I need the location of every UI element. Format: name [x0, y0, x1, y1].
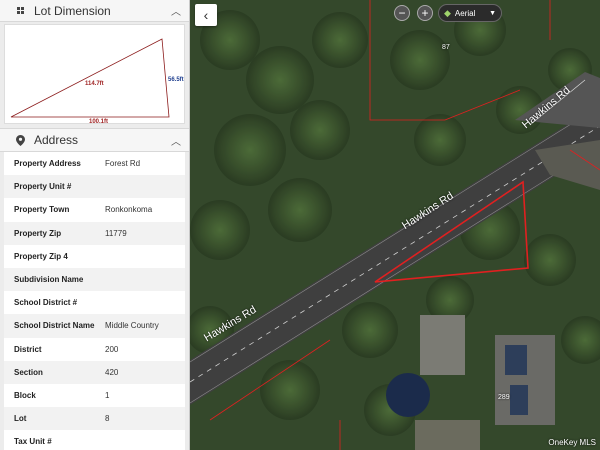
row-value: 11779 [105, 228, 127, 238]
row-label: Property Town [14, 205, 70, 215]
map-layer-select[interactable]: ◆ Aerial ▼ [438, 4, 502, 22]
zoom-out-button[interactable]: − [394, 5, 410, 21]
row-label: Section [14, 367, 43, 377]
lot-side-hypotenuse: 114.7ft [85, 81, 104, 87]
table-row: Section 420 [4, 360, 185, 384]
row-label: Property Zip [14, 228, 62, 238]
address-table: Property Address Forest Rd Property Unit … [4, 152, 185, 450]
map-pin-icon [14, 134, 26, 146]
chevron-down-icon: ▼ [489, 9, 496, 17]
table-row: Block 1 [4, 384, 185, 407]
parcel-number: 87 [442, 44, 450, 51]
address-header[interactable]: Address ︿ [0, 128, 189, 152]
row-label: District [14, 344, 42, 354]
table-row: Tax Unit # [4, 430, 185, 450]
lot-shape [10, 38, 170, 118]
table-row: School District # [4, 291, 185, 314]
table-row: Property Zip 11779 [4, 221, 185, 245]
table-row: Property Town Ronkonkoma [4, 198, 185, 221]
lot-dimension-diagram: 114.7ft 56.5ft 100.1ft [4, 24, 185, 125]
table-row: Subdivision Name [4, 267, 185, 292]
aerial-map[interactable]: ‹ − + ◆ Aerial ▼ Hawkins Rd Hawkins Rd H… [190, 0, 600, 450]
table-row: School District Name Middle Country [4, 314, 185, 338]
lot-side-bottom: 100.1ft [89, 119, 108, 125]
row-value: 1 [105, 390, 110, 400]
row-label: Lot [14, 414, 27, 424]
row-label: Property Zip 4 [14, 251, 68, 261]
row-label: Subdivision Name [14, 275, 84, 285]
row-label: Block [14, 390, 36, 400]
table-row: Property Zip 4 [4, 245, 185, 268]
zoom-in-button[interactable]: + [417, 5, 433, 21]
lot-side-right: 56.5ft [168, 77, 184, 83]
mls-watermark: OneKey MLS [548, 438, 596, 447]
lot-dimension-title: Lot Dimension [34, 3, 111, 18]
aerial-imagery [190, 0, 600, 450]
row-label: Tax Unit # [14, 437, 52, 447]
table-row: District 200 [4, 338, 185, 361]
property-detail-panel: Lot Dimension ︿ 114.7ft 56.5ft 100.1ft A… [0, 0, 190, 450]
row-value: 200 [105, 344, 119, 354]
row-value: 420 [105, 367, 119, 377]
row-value: Forest Rd [105, 159, 141, 169]
round-structure [386, 373, 430, 417]
table-row: Property Unit # [4, 175, 185, 199]
table-row: Property Address Forest Rd [4, 152, 185, 175]
layers-icon: ◆ [444, 7, 451, 18]
row-value: Ronkonkoma [105, 205, 153, 215]
row-label: School District Name [14, 321, 95, 331]
parcel-number: 289 [498, 394, 510, 401]
row-label: School District # [14, 298, 78, 308]
row-label: Property Address [14, 159, 81, 169]
chevron-up-icon[interactable]: ︿ [171, 3, 181, 18]
grid-icon [14, 7, 26, 14]
lot-dimension-header[interactable]: Lot Dimension ︿ [0, 0, 189, 22]
address-title: Address [34, 133, 79, 147]
row-value: Middle Country [105, 321, 159, 331]
map-layer-label: Aerial [454, 8, 476, 18]
row-label: Property Unit # [14, 182, 72, 192]
row-value: 8 [105, 414, 110, 424]
collapse-panel-button[interactable]: ‹ [195, 4, 217, 26]
chevron-up-icon[interactable]: ︿ [171, 133, 181, 148]
table-row: Lot 8 [4, 407, 185, 431]
